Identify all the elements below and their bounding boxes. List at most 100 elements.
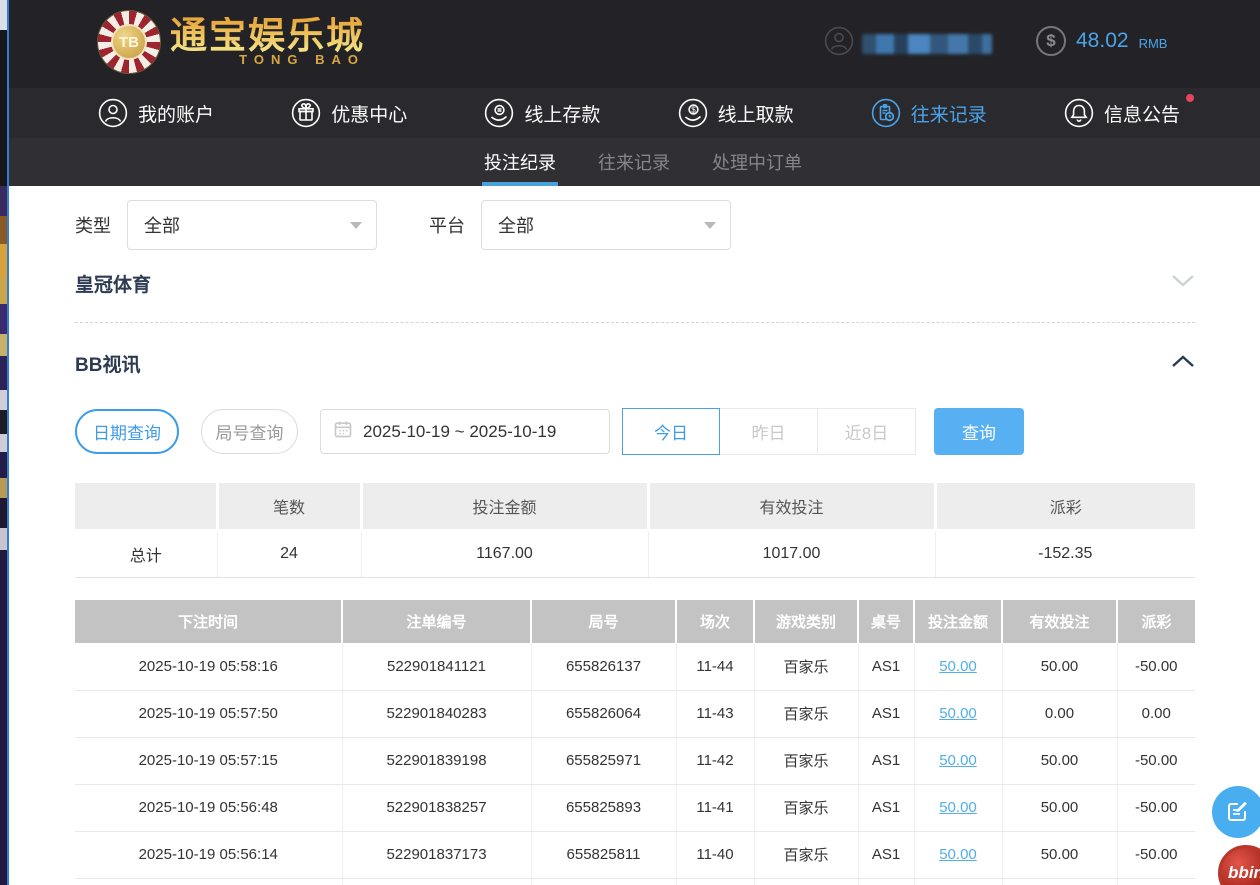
table-cell: AS1 xyxy=(858,690,914,737)
table-cell: 2025-10-19 05:58:16 xyxy=(75,643,342,690)
site-logo[interactable]: TB 通宝娱乐城 TONG BAO xyxy=(98,11,365,73)
type-filter-label: 类型 xyxy=(75,212,111,238)
date-query-toggle[interactable]: 日期查询 xyxy=(75,409,179,454)
table-row-partial xyxy=(75,878,1195,885)
chip-logo-icon: TB xyxy=(98,11,160,73)
section-divider xyxy=(75,322,1195,323)
chevron-down-icon[interactable] xyxy=(1171,274,1195,293)
table-cell: 522901840283 xyxy=(342,690,531,737)
table-cell: 50.00 xyxy=(914,643,1002,690)
nav-item-my-account[interactable]: 我的账户 xyxy=(98,98,214,128)
nav-label: 我的账户 xyxy=(138,100,214,127)
page: TB 通宝娱乐城 TONG BAO $ 48.02 RMB xyxy=(0,0,1260,885)
col-round-id: 局号 xyxy=(531,600,676,643)
table-cell: 655825893 xyxy=(531,784,676,831)
table-cell: 50.00 xyxy=(914,737,1002,784)
summary-header-bet-amount: 投注金额 xyxy=(361,483,648,530)
nav-item-withdraw[interactable]: $ 线上取款 xyxy=(678,98,794,128)
table-cell: 2025-10-19 05:57:50 xyxy=(75,690,342,737)
username-masked xyxy=(862,34,992,54)
records-icon xyxy=(871,98,901,128)
round-query-toggle[interactable]: 局号查询 xyxy=(201,409,298,454)
nav-item-records[interactable]: 往来记录 xyxy=(871,98,987,128)
today-button[interactable]: 今日 xyxy=(622,408,720,455)
table-cell: 522901839198 xyxy=(342,737,531,784)
yesterday-button[interactable]: 昨日 xyxy=(720,408,818,455)
table-cell: AS1 xyxy=(858,737,914,784)
nav-label: 线上取款 xyxy=(718,100,794,127)
table-row: 2025-10-19 05:57:15522901839198655825971… xyxy=(75,737,1195,784)
quick-range-group: 今日 昨日 近8日 xyxy=(622,408,916,455)
feedback-button[interactable] xyxy=(1212,786,1260,838)
table-cell: 百家乐 xyxy=(754,831,858,878)
col-session: 场次 xyxy=(676,600,754,643)
bet-amount-link[interactable]: 50.00 xyxy=(939,705,977,722)
platform-select[interactable]: 全部 xyxy=(481,200,731,250)
summary-count: 24 xyxy=(217,530,361,577)
bet-amount-link[interactable]: 50.00 xyxy=(939,846,977,863)
summary-header-row: 笔数 投注金额 有效投注 派彩 xyxy=(75,483,1195,530)
nav-item-announcements[interactable]: 信息公告 xyxy=(1064,98,1180,128)
section-crown-sports[interactable]: 皇冠体育 xyxy=(75,270,1195,297)
table-cell xyxy=(342,878,531,885)
chevron-up-icon[interactable] xyxy=(1171,354,1195,373)
table-cell: 百家乐 xyxy=(754,643,858,690)
table-cell: 2025-10-19 05:56:48 xyxy=(75,784,342,831)
search-button[interactable]: 查询 xyxy=(934,408,1024,455)
col-bet-time: 下注时间 xyxy=(75,600,342,643)
table-cell: 11-42 xyxy=(676,737,754,784)
dollar-icon: $ xyxy=(1036,26,1066,56)
svg-text:$: $ xyxy=(691,105,696,114)
table-cell: -50.00 xyxy=(1117,784,1195,831)
table-cell: -50.00 xyxy=(1117,831,1195,878)
platform-select-value: 全部 xyxy=(498,212,534,238)
main-nav: 我的账户 优惠中心 线上存款 $ 线上取款 xyxy=(0,88,1260,138)
last-8-days-button[interactable]: 近8日 xyxy=(818,408,916,455)
summary-header-payout: 派彩 xyxy=(935,483,1195,530)
bet-amount-link[interactable]: 50.00 xyxy=(939,658,977,675)
table-cell: 655826064 xyxy=(531,690,676,737)
table-cell xyxy=(676,878,754,885)
nav-label: 优惠中心 xyxy=(331,100,407,127)
table-cell xyxy=(531,878,676,885)
table-row: 2025-10-19 05:57:50522901840283655826064… xyxy=(75,690,1195,737)
bet-amount-link[interactable]: 50.00 xyxy=(939,799,977,816)
table-cell: 百家乐 xyxy=(754,690,858,737)
tab-bet-records[interactable]: 投注纪录 xyxy=(482,138,558,186)
logo-subtitle: TONG BAO xyxy=(239,52,365,67)
type-select-value: 全部 xyxy=(144,212,180,238)
summary-valid-bet: 1017.00 xyxy=(648,530,935,577)
nav-item-promotions[interactable]: 优惠中心 xyxy=(291,98,407,128)
table-cell: 百家乐 xyxy=(754,784,858,831)
summary-header xyxy=(75,483,217,530)
bet-amount-link[interactable]: 50.00 xyxy=(939,752,977,769)
tab-processing-orders[interactable]: 处理中订单 xyxy=(710,138,804,186)
balance[interactable]: $ 48.02 RMB xyxy=(1036,26,1167,56)
nav-item-deposit[interactable]: 线上存款 xyxy=(484,98,600,128)
table-cell: -50.00 xyxy=(1117,737,1195,784)
type-select[interactable]: 全部 xyxy=(127,200,377,250)
table-row: 2025-10-19 05:56:14522901837173655825811… xyxy=(75,831,1195,878)
chevron-down-icon xyxy=(350,222,362,229)
date-range-input[interactable]: 2025-10-19 ~ 2025-10-19 xyxy=(320,409,610,454)
bbin-logo-text: bbin xyxy=(1228,863,1260,883)
user-avatar-icon xyxy=(824,26,854,61)
gift-icon xyxy=(291,98,321,128)
table-cell: 522901838257 xyxy=(342,784,531,831)
tab-transaction-records[interactable]: 往来记录 xyxy=(596,138,672,186)
table-cell: -50.00 xyxy=(1117,643,1195,690)
notification-dot xyxy=(1186,94,1194,102)
summary-bet-amount: 1167.00 xyxy=(361,530,648,577)
user-account[interactable] xyxy=(824,26,992,61)
table-row: 2025-10-19 05:56:48522901838257655825893… xyxy=(75,784,1195,831)
section-bb-video[interactable]: BB视讯 xyxy=(75,350,1195,377)
table-cell: 11-41 xyxy=(676,784,754,831)
platform-filter-label: 平台 xyxy=(429,212,465,238)
table-cell: 655825971 xyxy=(531,737,676,784)
summary-header-count: 笔数 xyxy=(217,483,361,530)
nav-label: 线上存款 xyxy=(524,100,600,127)
col-game-type: 游戏类别 xyxy=(754,600,858,643)
nav-label: 信息公告 xyxy=(1104,100,1180,127)
withdraw-icon: $ xyxy=(678,98,708,128)
bbin-logo-button[interactable]: bbin xyxy=(1218,845,1260,885)
